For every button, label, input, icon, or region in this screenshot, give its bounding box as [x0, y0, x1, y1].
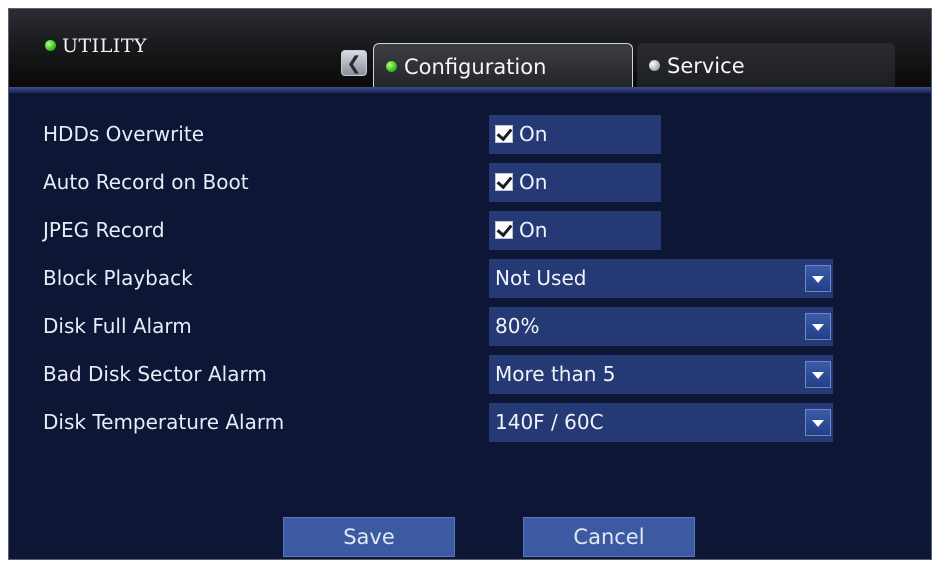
jpeg-record-value: On: [519, 218, 548, 242]
hdds-overwrite-label: HDDs Overwrite: [43, 122, 205, 146]
chevron-left-icon: ❮: [346, 53, 362, 74]
dropdown-arrow-button[interactable]: [805, 265, 831, 292]
checkbox-checked-icon[interactable]: [495, 220, 513, 239]
bad-sector-alarm-label: Bad Disk Sector Alarm: [43, 362, 267, 386]
back-button[interactable]: ❮: [341, 50, 367, 76]
hdds-overwrite-toggle[interactable]: On: [489, 115, 661, 154]
utility-window: UTILITY ❮ Configuration Service HDDs Ove…: [8, 8, 932, 560]
auto-record-toggle[interactable]: On: [489, 163, 661, 202]
block-playback-value: Not Used: [495, 266, 587, 290]
tab-active-dot-icon: [386, 61, 397, 72]
status-dot-icon: [45, 40, 56, 51]
dropdown-arrow-button[interactable]: [805, 409, 831, 436]
window-title: UTILITY: [45, 35, 147, 57]
checkbox-checked-icon[interactable]: [495, 172, 513, 191]
tab-configuration[interactable]: Configuration: [373, 43, 633, 89]
save-button[interactable]: Save: [283, 517, 455, 557]
tab-inactive-dot-icon: [649, 60, 660, 71]
disk-full-alarm-label: Disk Full Alarm: [43, 314, 192, 338]
disk-full-alarm-value: 80%: [495, 314, 540, 338]
dropdown-arrow-button[interactable]: [805, 361, 831, 388]
chevron-down-icon: [812, 372, 824, 379]
tab-service[interactable]: Service: [637, 43, 895, 89]
window-title-label: UTILITY: [62, 35, 148, 57]
auto-record-value: On: [519, 170, 548, 194]
jpeg-record-label: JPEG Record: [43, 218, 165, 242]
tab-configuration-label: Configuration: [404, 55, 547, 79]
dropdown-arrow-button[interactable]: [805, 313, 831, 340]
block-playback-label: Block Playback: [43, 266, 193, 290]
disk-full-alarm-select[interactable]: 80%: [489, 307, 833, 346]
chevron-down-icon: [812, 276, 824, 283]
window-header: UTILITY ❮ Configuration Service: [9, 9, 931, 89]
auto-record-label: Auto Record on Boot: [43, 170, 249, 194]
chevron-down-icon: [812, 324, 824, 331]
header-divider: [9, 87, 931, 93]
disk-temp-alarm-label: Disk Temperature Alarm: [43, 410, 285, 434]
hdds-overwrite-value: On: [519, 122, 548, 146]
bad-sector-alarm-select[interactable]: More than 5: [489, 355, 833, 394]
disk-temp-alarm-value: 140F / 60C: [495, 410, 604, 434]
cancel-button[interactable]: Cancel: [523, 517, 695, 557]
block-playback-select[interactable]: Not Used: [489, 259, 833, 298]
bad-sector-alarm-value: More than 5: [495, 362, 616, 386]
checkbox-checked-icon[interactable]: [495, 124, 513, 143]
chevron-down-icon: [812, 420, 824, 427]
jpeg-record-toggle[interactable]: On: [489, 211, 661, 250]
tab-service-label: Service: [667, 54, 745, 78]
disk-temp-alarm-select[interactable]: 140F / 60C: [489, 403, 833, 442]
